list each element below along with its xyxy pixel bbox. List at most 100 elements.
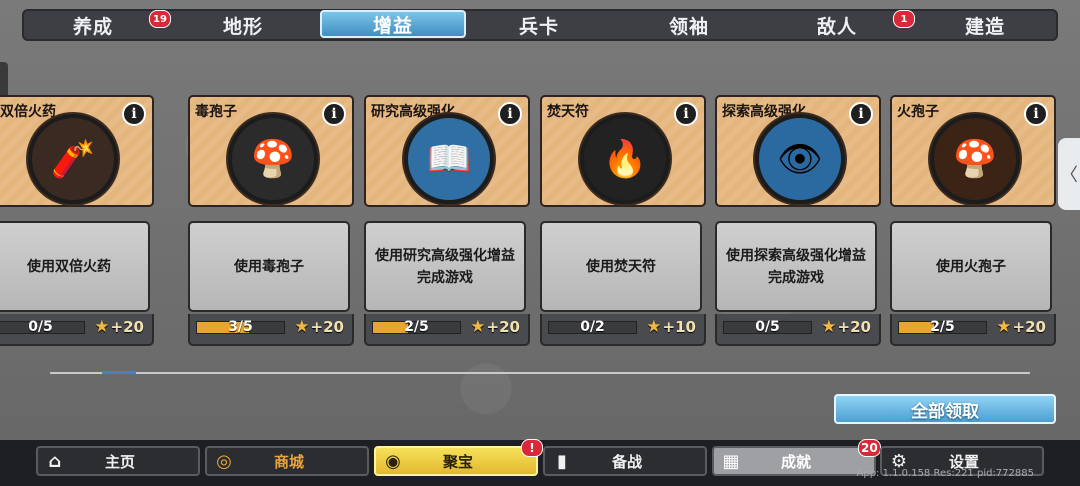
reward-value: +10: [662, 318, 696, 336]
reward: ★ +20: [294, 317, 344, 337]
claim-all-button[interactable]: 全部领取: [834, 394, 1056, 424]
version-info: App: 1.1.0.158 Res:221 pid:772885: [856, 468, 1035, 479]
home-icon: ⌂: [48, 450, 62, 472]
reward-value: +20: [486, 318, 520, 336]
card-header: 毒孢子 i 🍄: [188, 95, 354, 207]
progress-text: 2/5: [930, 319, 955, 335]
nav-shop[interactable]: ◎ 商城: [205, 446, 369, 476]
card-description: 使用研究高级强化增益完成游戏: [364, 221, 526, 312]
tab-buffs[interactable]: 增益: [320, 10, 466, 38]
description-text: 使用探索高级强化增益完成游戏: [726, 247, 866, 286]
nav-label: 商城: [273, 452, 304, 471]
star-icon: ★: [821, 317, 837, 337]
tab-build[interactable]: 建造: [914, 11, 1056, 39]
tab-leaders[interactable]: 领袖: [618, 11, 760, 39]
card-title: 双倍火药: [0, 104, 56, 120]
info-icon[interactable]: i: [1024, 102, 1048, 126]
achievement-icon: ▦: [722, 450, 740, 472]
fire-spore-icon: 🍄: [930, 114, 1020, 204]
horizontal-scrollbar[interactable]: [50, 371, 1030, 374]
scrollbar-thumb[interactable]: [102, 371, 136, 374]
info-icon[interactable]: i: [122, 102, 146, 126]
tab-cultivate[interactable]: 养成: [22, 11, 164, 39]
nav-achievements[interactable]: ▦ 成就: [712, 446, 876, 476]
tab-label: 增益: [372, 14, 413, 37]
reward-value: +20: [837, 318, 871, 336]
description-text: 使用火孢子: [936, 258, 1006, 275]
progress-bar: 3/5: [196, 319, 285, 335]
nav-label: 备战: [611, 452, 642, 471]
nav-treasure[interactable]: ◉ 聚宝: [374, 446, 538, 476]
cards-icon: ▮: [557, 450, 567, 472]
tab-label: 养成: [72, 15, 113, 38]
tab-label: 地形: [222, 15, 263, 38]
chevron-left-icon: 〈: [1060, 165, 1078, 186]
progress-bar: 0/2: [548, 319, 637, 335]
icon-glyph: 📖: [426, 139, 472, 180]
reward: ★ +20: [821, 317, 871, 337]
card-footer: 3/5 ★ +20: [188, 314, 354, 346]
achievement-card-list[interactable]: 双倍火药 i 🧨 使用双倍火药 0/5 ★ +20 毒孢子 i 🍄 使用毒孢子 3…: [0, 95, 1060, 350]
description-text: 使用焚天符: [586, 258, 656, 275]
category-tab-bar: 养成 19 地形 增益 兵卡 领袖 敌人 1 建造: [22, 9, 1058, 41]
poison-spore-icon: 🍄: [228, 114, 318, 204]
tab-enemies[interactable]: 敌人: [766, 11, 908, 39]
progress-text: 3/5: [228, 319, 253, 335]
progress-bar: 0/5: [723, 319, 812, 335]
tab-label: 兵卡: [518, 15, 559, 38]
reward: ★ +20: [996, 317, 1046, 337]
nav-label: 成就: [780, 452, 811, 471]
coins-icon: ◎: [216, 450, 232, 472]
explore-eye-icon: 👁: [755, 114, 845, 204]
icon-glyph: 🧨: [50, 139, 96, 180]
description-text: 使用研究高级强化增益完成游戏: [375, 247, 515, 286]
info-icon[interactable]: i: [674, 102, 698, 126]
card-footer: 2/5 ★ +20: [364, 314, 530, 346]
card-title: 火孢子: [897, 104, 939, 120]
card-header: 研究高级强化 i 📖: [364, 95, 530, 207]
card-title: 毒孢子: [195, 104, 237, 120]
card-footer: 2/5 ★ +20: [890, 314, 1056, 346]
nav-home[interactable]: ⌂ 主页: [36, 446, 200, 476]
reward: ★ +10: [646, 317, 696, 337]
card-title: 焚天符: [547, 104, 589, 120]
nav-label: 聚宝: [442, 452, 473, 471]
card-header: 探索高级强化 i 👁: [715, 95, 881, 207]
reward: ★ +20: [470, 317, 520, 337]
tab-terrain[interactable]: 地形: [172, 11, 314, 39]
description-text: 使用双倍火药: [27, 258, 111, 275]
card-header: 双倍火药 i 🧨: [0, 95, 154, 207]
icon-glyph: 👁: [777, 139, 823, 180]
star-icon: ★: [294, 317, 310, 337]
reward-value: +20: [110, 318, 144, 336]
star-icon: ★: [470, 317, 486, 337]
card-header: 火孢子 i 🍄: [890, 95, 1056, 207]
tab-cultivate-badge: 19: [149, 10, 171, 28]
card-description: 使用焚天符: [540, 221, 702, 312]
card-footer: 0/5 ★ +20: [0, 314, 154, 346]
star-icon: ★: [646, 317, 662, 337]
research-book-icon: 📖: [404, 114, 494, 204]
star-icon: ★: [996, 317, 1012, 337]
tab-label: 领袖: [668, 15, 709, 38]
info-icon[interactable]: i: [498, 102, 522, 126]
card-footer: 0/5 ★ +20: [715, 314, 881, 346]
reward: ★ +20: [94, 317, 144, 337]
treasure-bowl-icon: ◉: [385, 450, 401, 472]
icon-glyph: 🍄: [250, 139, 296, 180]
card-description: 使用探索高级强化增益完成游戏: [715, 221, 877, 312]
info-icon[interactable]: i: [322, 102, 346, 126]
progress-text: 2/5: [404, 319, 429, 335]
progress-bar: 2/5: [898, 319, 987, 335]
progress-bar: 2/5: [372, 319, 461, 335]
tab-troop-cards[interactable]: 兵卡: [468, 11, 610, 39]
double-gunpowder-icon: 🧨: [28, 114, 118, 204]
tab-label: 敌人: [816, 15, 857, 38]
card-description: 使用火孢子: [890, 221, 1052, 312]
collapse-panel-handle[interactable]: 〈: [1058, 138, 1080, 210]
nav-prepare[interactable]: ▮ 备战: [543, 446, 707, 476]
treasure-alert-badge: !: [521, 439, 543, 457]
progress-bar: 0/5: [0, 319, 85, 335]
info-icon[interactable]: i: [849, 102, 873, 126]
tab-enemies-badge: 1: [893, 10, 915, 28]
